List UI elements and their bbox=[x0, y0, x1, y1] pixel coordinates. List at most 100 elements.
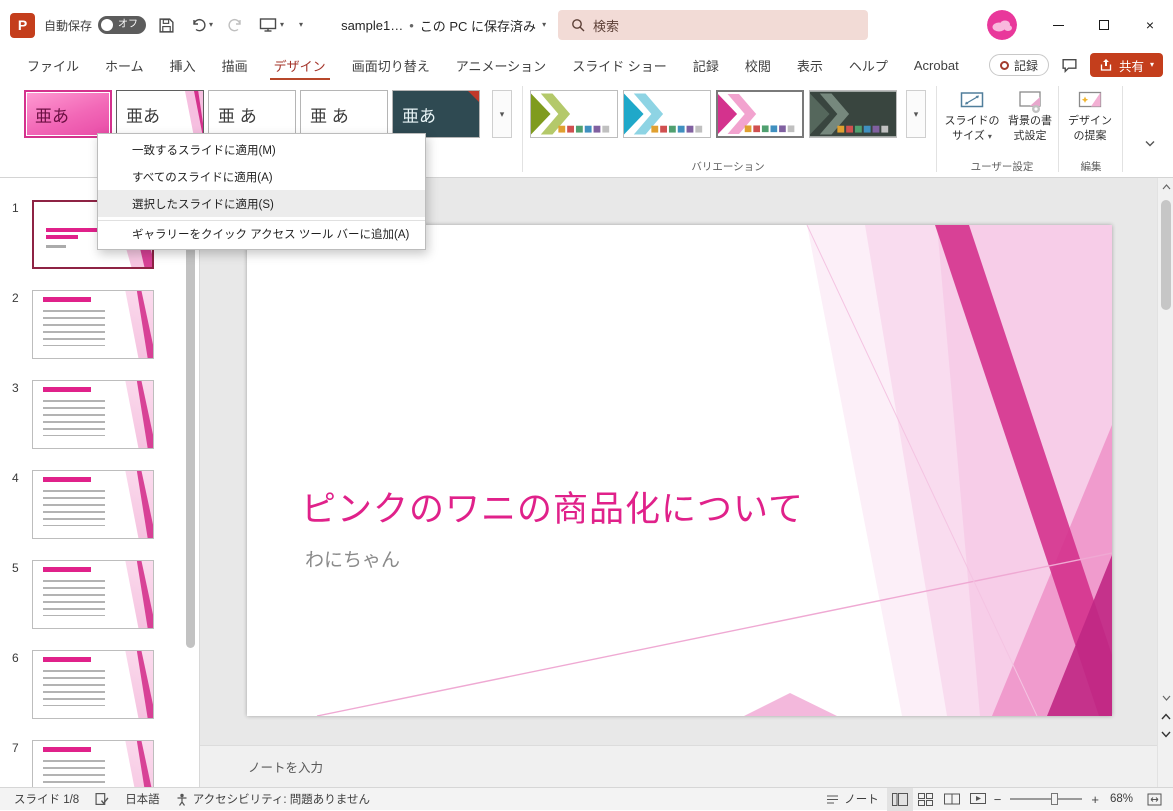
context-menu-item[interactable]: 一致するスライドに適用(M) bbox=[98, 136, 425, 163]
tab-actions: 記録 共有 ▾ bbox=[988, 53, 1173, 77]
ribbon-tab[interactable]: 画面切り替え bbox=[339, 50, 443, 80]
zoom-out-button[interactable]: − bbox=[991, 792, 1005, 807]
maximize-button[interactable] bbox=[1081, 0, 1127, 50]
share-button[interactable]: 共有 ▾ bbox=[1089, 53, 1163, 77]
variant-thumbnail[interactable] bbox=[809, 90, 897, 138]
redo-button[interactable] bbox=[225, 14, 247, 36]
ribbon-tab[interactable]: スライド ショー bbox=[559, 50, 680, 80]
slide-thumbnail[interactable] bbox=[32, 740, 154, 787]
slide-thumbnail-row[interactable]: 6 bbox=[12, 650, 200, 719]
notes-pane[interactable]: ノートを入力 bbox=[200, 745, 1157, 787]
zoom-level[interactable]: 68% bbox=[1102, 788, 1141, 810]
slide-thumbnail-row[interactable]: 4 bbox=[12, 470, 200, 539]
format-background-button[interactable]: 背景の書 式設定 bbox=[1002, 88, 1058, 144]
theme-thumbnail[interactable]: 亜 あ bbox=[208, 90, 296, 138]
slide-thumbnail-row[interactable]: 7 bbox=[12, 740, 200, 787]
ribbon-tab[interactable]: ファイル bbox=[14, 50, 92, 80]
reading-view-button[interactable] bbox=[939, 788, 965, 811]
scrollbar-thumb[interactable] bbox=[186, 190, 195, 648]
slide-editor[interactable]: ピンクのワニの商品化について わにちゃん bbox=[247, 225, 1112, 716]
zoom-slider[interactable] bbox=[1010, 793, 1083, 805]
ribbon-tab[interactable]: Acrobat bbox=[901, 50, 972, 80]
slide-thumbnail[interactable] bbox=[32, 380, 154, 449]
slide-sorter-view-button[interactable] bbox=[913, 788, 939, 811]
thumbnail-scrollbar[interactable] bbox=[185, 180, 196, 780]
theme-thumbnail[interactable]: 亜あ bbox=[24, 90, 112, 138]
normal-view-button[interactable] bbox=[886, 787, 913, 811]
undo-button[interactable]: ▾ bbox=[187, 14, 216, 36]
minimize-icon bbox=[1052, 24, 1064, 26]
ribbon-tab[interactable]: 挿入 bbox=[157, 50, 209, 80]
proofing-status[interactable] bbox=[87, 788, 117, 810]
comment-icon bbox=[1062, 58, 1077, 73]
canvas-scrollbar[interactable] bbox=[1157, 178, 1173, 787]
autosave-toggle[interactable]: オフ bbox=[98, 16, 147, 34]
avatar[interactable] bbox=[987, 10, 1017, 40]
theme-thumbnail[interactable]: 亜あ bbox=[116, 90, 204, 138]
zoom-in-button[interactable]: + bbox=[1088, 792, 1102, 807]
autosave-control[interactable]: 自動保存 オフ bbox=[44, 16, 147, 34]
record-button[interactable]: 記録 bbox=[988, 54, 1049, 76]
slide-indicator[interactable]: スライド 1/8 bbox=[6, 788, 87, 810]
thumbnail-title-bar bbox=[42, 387, 91, 393]
zoom-slider-thumb[interactable] bbox=[1050, 793, 1058, 805]
variant-thumbnail[interactable] bbox=[530, 90, 618, 138]
powerpoint-icon[interactable]: P bbox=[10, 12, 35, 38]
slide-thumbnail-row[interactable]: 5 bbox=[12, 560, 200, 629]
notes-toggle-button[interactable]: ノート bbox=[818, 788, 887, 810]
ribbon-tab[interactable]: 校閲 bbox=[732, 50, 784, 80]
slide-thumbnail-row[interactable]: 2 bbox=[12, 290, 200, 359]
slide-subtitle-text[interactable]: わにちゃん bbox=[305, 545, 400, 572]
accessibility-status[interactable]: アクセシビリティ: 問題ありません bbox=[168, 788, 378, 810]
previous-slide-button[interactable] bbox=[1158, 707, 1173, 725]
comments-button[interactable] bbox=[1059, 55, 1080, 76]
context-menu-item[interactable]: すべてのスライドに適用(A) bbox=[98, 163, 425, 190]
slideshow-button[interactable] bbox=[965, 788, 991, 811]
ribbon-tab[interactable]: デザイン bbox=[261, 50, 339, 80]
scroll-up-button[interactable] bbox=[1158, 178, 1173, 196]
ribbon-tab[interactable]: 描画 bbox=[209, 50, 261, 80]
ribbon-tab[interactable]: アニメーション bbox=[443, 50, 559, 80]
slide-title-text[interactable]: ピンクのワニの商品化について bbox=[301, 481, 804, 532]
context-menu-item[interactable]: ギャラリーをクイック アクセス ツール バーに追加(A) bbox=[98, 220, 426, 247]
slide-thumbnail-row[interactable]: 3 bbox=[12, 380, 200, 449]
theme-thumbnail[interactable]: 亜あ bbox=[392, 90, 480, 138]
variant-thumbnail[interactable] bbox=[716, 90, 804, 138]
close-button[interactable]: × bbox=[1127, 0, 1173, 50]
ribbon-tab-label: 記録 bbox=[692, 58, 719, 74]
autosave-label: 自動保存 bbox=[44, 18, 93, 33]
context-menu-item[interactable]: 選択したスライドに適用(S) bbox=[98, 190, 426, 217]
design-ideas-button[interactable]: デザイン の提案 bbox=[1062, 88, 1118, 144]
redo-icon bbox=[228, 18, 241, 32]
minimize-button[interactable] bbox=[1035, 0, 1081, 50]
slide-canvas[interactable]: ピンクのワニの商品化について わにちゃん bbox=[200, 178, 1157, 745]
present-to-display-button[interactable]: ▾ bbox=[256, 14, 287, 36]
corner-accent bbox=[468, 91, 479, 102]
title-bar: P 自動保存 オフ ▾ ▾ ▾ sample1… • この PC に保存済み ▾… bbox=[0, 0, 1173, 50]
variant-thumbnail[interactable] bbox=[623, 90, 711, 138]
document-title[interactable]: sample1… • この PC に保存済み ▾ bbox=[341, 16, 546, 35]
scroll-down-button[interactable] bbox=[1158, 689, 1173, 707]
slide-thumbnail[interactable] bbox=[32, 470, 154, 539]
ribbon-tab[interactable]: 表示 bbox=[784, 50, 836, 80]
qat-customize-button[interactable]: ▾ bbox=[296, 18, 306, 32]
save-button[interactable] bbox=[155, 14, 178, 37]
variants-more-button[interactable]: ▾ bbox=[906, 90, 926, 138]
collapse-ribbon-button[interactable] bbox=[1140, 136, 1160, 152]
search-input[interactable]: 検索 bbox=[558, 10, 868, 40]
fit-to-window-icon bbox=[1147, 793, 1161, 805]
slide-size-button[interactable]: スライドの サイズ ▾ bbox=[944, 88, 1000, 144]
themes-more-button[interactable]: ▾ bbox=[492, 90, 512, 138]
language-status[interactable]: 日本語 bbox=[117, 788, 168, 810]
next-slide-button[interactable] bbox=[1158, 725, 1173, 743]
ribbon-tab[interactable]: 記録 bbox=[680, 50, 732, 80]
theme-thumbnail[interactable]: 亜 あ bbox=[300, 90, 388, 138]
slide-design-graphic bbox=[316, 225, 1112, 716]
scrollbar-thumb[interactable] bbox=[1161, 200, 1171, 310]
ribbon-tab[interactable]: ヘルプ bbox=[836, 50, 901, 80]
ribbon-tab[interactable]: ホーム bbox=[92, 50, 157, 80]
slide-thumbnail[interactable] bbox=[32, 560, 154, 629]
slide-thumbnail[interactable] bbox=[32, 290, 154, 359]
slide-thumbnail[interactable] bbox=[32, 650, 154, 719]
fit-to-window-button[interactable] bbox=[1141, 788, 1167, 811]
